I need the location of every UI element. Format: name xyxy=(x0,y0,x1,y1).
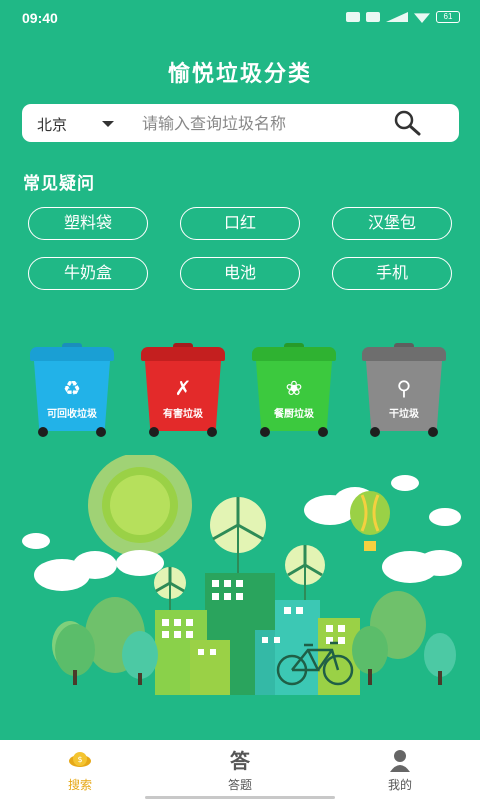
tab-search[interactable]: $ 搜索 xyxy=(0,740,160,800)
faq-title: 常见疑问 xyxy=(23,174,95,194)
svg-text:$: $ xyxy=(77,755,82,764)
food-waste-icon: ❀ xyxy=(285,376,303,400)
profile-tab-icon xyxy=(390,750,410,772)
wheel xyxy=(318,427,328,437)
city-selector[interactable]: 北京 xyxy=(37,114,67,135)
bin-lid xyxy=(362,347,446,361)
tab-label: 搜索 xyxy=(67,778,92,792)
svg-text:答: 答 xyxy=(230,749,251,772)
tab-label: 我的 xyxy=(387,778,412,792)
bins-row: ♻ 可回收垃圾 ✗ 有害垃圾 ❀ 餐厨垃圾 ⚲ 干垃圾 xyxy=(30,343,450,439)
faq-chip[interactable]: 电池 xyxy=(180,257,300,290)
tab-profile[interactable]: 我的 xyxy=(320,740,480,800)
status-bar: 09:40 61 xyxy=(0,0,480,36)
app-title: 愉悦垃圾分类 xyxy=(167,62,312,87)
bin-food-waste[interactable]: ❀ 餐厨垃圾 xyxy=(252,343,336,439)
faq-chip[interactable]: 牛奶盒 xyxy=(28,257,148,290)
wheel xyxy=(149,427,159,437)
hd-icon xyxy=(366,12,380,22)
hazard-icon: ✗ xyxy=(174,376,192,400)
wheel xyxy=(96,427,106,437)
wheel xyxy=(38,427,48,437)
bin-lid xyxy=(141,347,225,361)
home-indicator xyxy=(145,796,335,799)
status-time: 09:40 xyxy=(22,10,58,26)
status-icons: 61 xyxy=(346,11,460,23)
bin-dry-waste[interactable]: ⚲ 干垃圾 xyxy=(362,343,446,439)
wheel xyxy=(260,427,270,437)
search-icon[interactable] xyxy=(392,109,422,137)
faq-chip[interactable]: 汉堡包 xyxy=(332,207,452,240)
search-bar: 北京 xyxy=(22,104,459,142)
bin-label: 干垃圾 xyxy=(389,409,419,420)
bin-recyclable[interactable]: ♻ 可回收垃圾 xyxy=(30,343,114,439)
sun-icon xyxy=(88,455,192,557)
balloon-icon xyxy=(350,491,390,551)
tab-quiz[interactable]: 答 答题 xyxy=(160,740,320,800)
recycle-icon: ♻ xyxy=(63,376,81,400)
bin-lid xyxy=(252,347,336,361)
wheel xyxy=(207,427,217,437)
tab-label: 答题 xyxy=(227,778,252,792)
faq-chip[interactable]: 手机 xyxy=(332,257,452,290)
wifi-icon xyxy=(414,13,430,23)
search-tab-icon: $ xyxy=(69,752,91,767)
dry-waste-icon: ⚲ xyxy=(396,376,412,400)
vibrate-icon xyxy=(346,12,360,22)
wheel xyxy=(428,427,438,437)
bin-label: 餐厨垃圾 xyxy=(274,409,314,420)
bottom-tab-bar: $ 搜索 答 答题 我的 xyxy=(0,740,480,800)
bin-hazardous[interactable]: ✗ 有害垃圾 xyxy=(141,343,225,439)
bin-label: 有害垃圾 xyxy=(163,409,203,420)
search-input[interactable] xyxy=(142,109,387,137)
bin-lid xyxy=(30,347,114,361)
quiz-tab-icon: 答 xyxy=(230,749,251,772)
eco-city-illustration xyxy=(22,455,462,695)
buildings xyxy=(155,573,360,695)
battery-icon: 61 xyxy=(436,11,460,23)
faq-chip[interactable]: 塑料袋 xyxy=(28,207,148,240)
signal-icon xyxy=(386,12,408,22)
wheel xyxy=(370,427,380,437)
caret-down-icon[interactable] xyxy=(102,121,114,127)
bin-label: 可回收垃圾 xyxy=(47,409,97,420)
faq-chip[interactable]: 口红 xyxy=(180,207,300,240)
